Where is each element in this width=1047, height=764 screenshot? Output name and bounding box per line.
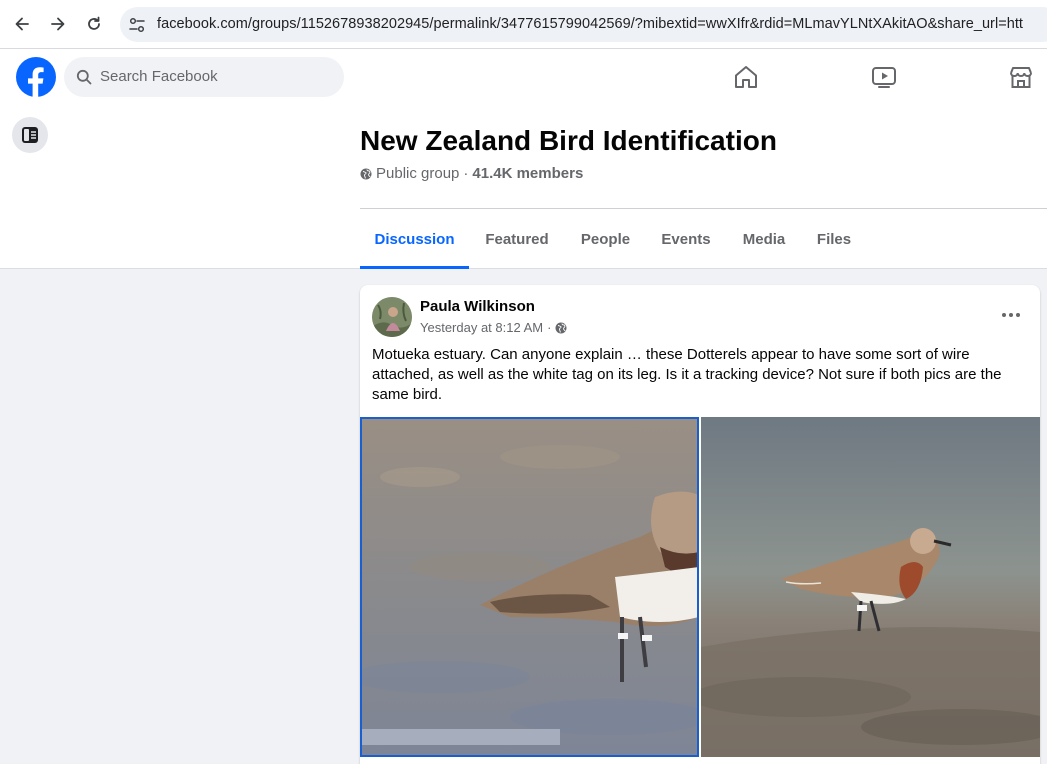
meta-separator: ·	[463, 165, 469, 182]
tab-featured[interactable]: Featured	[469, 209, 565, 269]
avatar-photo	[372, 297, 412, 337]
post-time-separator: ·	[547, 320, 552, 335]
author-avatar[interactable]	[372, 297, 412, 337]
sidebar-toggle-button[interactable]	[12, 117, 48, 153]
forward-arrow-icon	[51, 17, 65, 31]
sidebar-panel-icon	[22, 127, 38, 143]
reload-button[interactable]	[80, 10, 108, 38]
post-time-text[interactable]: Yesterday at 8:12 AM	[420, 320, 543, 335]
group-members-count[interactable]: 41.4K members	[472, 165, 583, 182]
post-options-button[interactable]	[996, 303, 1026, 327]
tab-discussion[interactable]: Discussion	[360, 209, 469, 269]
globe-icon	[555, 322, 567, 333]
post-timestamp: Yesterday at 8:12 AM ·	[420, 320, 567, 335]
forward-button[interactable]	[44, 10, 72, 38]
group-title[interactable]: New Zealand Bird Identification	[360, 125, 777, 157]
more-dots-icon	[1002, 313, 1020, 317]
tab-files[interactable]: Files	[802, 209, 866, 269]
post-photo-1[interactable]	[360, 417, 699, 757]
facebook-header: Search Facebook	[0, 49, 1047, 105]
globe-icon	[360, 168, 372, 179]
post-card: Paula Wilkinson Yesterday at 8:12 AM · M…	[360, 285, 1040, 764]
search-placeholder[interactable]: Search Facebook	[100, 68, 218, 85]
bird-photo-1	[360, 417, 699, 757]
bird-photo-2	[701, 417, 1040, 757]
address-bar[interactable]: facebook.com/groups/1152678938202945/per…	[120, 7, 1047, 42]
group-meta: Public group · 41.4K members	[360, 165, 583, 182]
url-text[interactable]: facebook.com/groups/1152678938202945/per…	[157, 16, 1023, 32]
back-button[interactable]	[8, 10, 36, 38]
search-icon	[76, 69, 92, 85]
video-icon[interactable]	[870, 63, 898, 91]
tab-media[interactable]: Media	[726, 209, 802, 269]
back-arrow-icon	[15, 17, 29, 31]
marketplace-icon[interactable]	[1007, 63, 1035, 91]
facebook-logo-icon[interactable]	[16, 57, 56, 97]
group-privacy: Public group	[376, 165, 460, 182]
post-body-text: Motueka estuary. Can anyone explain … th…	[372, 346, 1002, 403]
site-settings-icon[interactable]	[128, 16, 146, 34]
browser-toolbar: facebook.com/groups/1152678938202945/per…	[0, 0, 1047, 49]
tab-people[interactable]: People	[565, 209, 646, 269]
search-bar[interactable]: Search Facebook	[64, 57, 344, 97]
tab-events[interactable]: Events	[646, 209, 726, 269]
home-icon[interactable]	[732, 63, 760, 91]
group-header: New Zealand Bird Identification Public g…	[0, 105, 1047, 269]
post-author-name[interactable]: Paula Wilkinson	[420, 298, 535, 315]
reload-icon	[88, 16, 100, 30]
post-photo-2[interactable]	[701, 417, 1040, 757]
